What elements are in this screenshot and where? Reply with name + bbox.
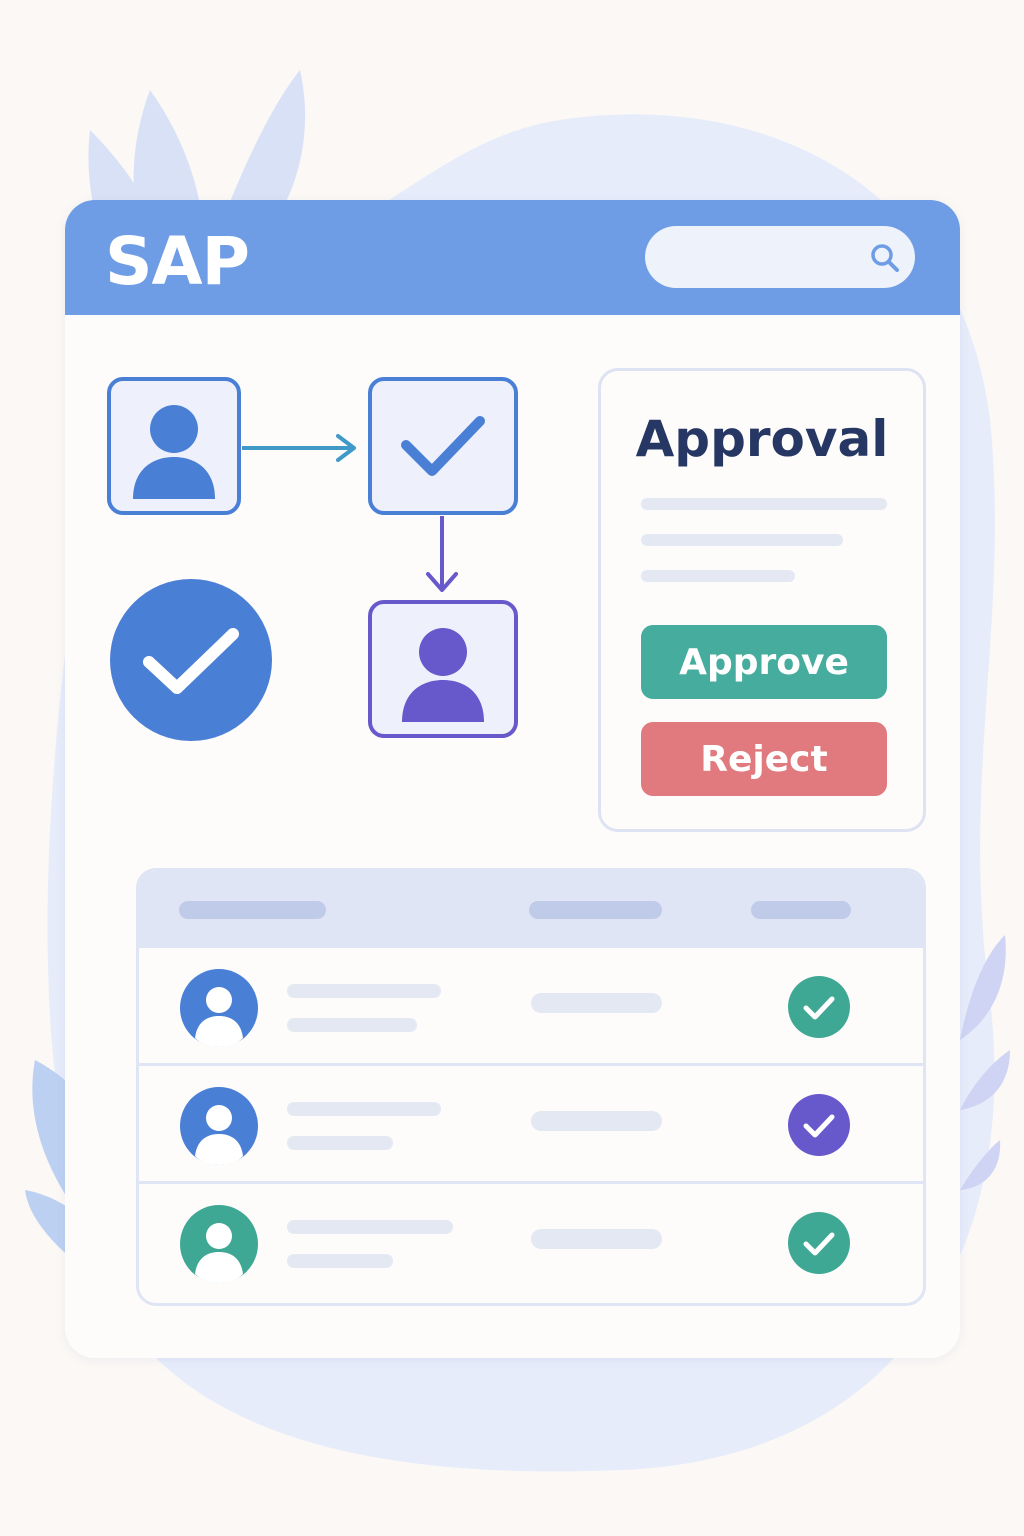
table-header (139, 871, 923, 945)
text-placeholder-line (641, 570, 795, 582)
search-icon[interactable] (869, 242, 901, 274)
text-placeholder-line (531, 993, 662, 1013)
approvals-table (136, 868, 926, 1306)
arrow-down-icon (426, 516, 458, 592)
header-bar: SAP (65, 200, 960, 315)
column-header[interactable] (751, 901, 851, 919)
avatar (180, 1087, 258, 1165)
user-icon (133, 405, 215, 499)
search-input[interactable] (645, 226, 915, 288)
arrow-right-icon (242, 434, 356, 462)
text-placeholder-line (287, 1018, 417, 1032)
text-placeholder-line (287, 1254, 393, 1268)
check-circle-icon (788, 976, 850, 1038)
reject-button[interactable]: Reject (641, 722, 887, 796)
check-circle-icon (788, 1212, 850, 1274)
text-placeholder-line (531, 1229, 662, 1249)
column-header[interactable] (179, 901, 326, 919)
check-icon (401, 416, 485, 476)
text-placeholder-line (531, 1111, 662, 1131)
text-placeholder-line (287, 1102, 441, 1116)
workflow-step-review[interactable] (368, 377, 518, 515)
check-circle-icon (110, 579, 272, 741)
user-icon (402, 628, 484, 722)
avatar (180, 1205, 258, 1283)
brand-logo: SAP (105, 223, 250, 300)
table-row[interactable] (139, 945, 923, 1063)
text-placeholder-line (287, 1136, 393, 1150)
approve-button[interactable]: Approve (641, 625, 887, 699)
workflow-step-approver[interactable] (368, 600, 518, 738)
approval-title: Approval (635, 410, 889, 468)
column-header[interactable] (529, 901, 662, 919)
approval-card: Approval Approve Reject (598, 368, 926, 832)
workflow-step-requester[interactable] (107, 377, 241, 515)
table-row[interactable] (139, 1063, 923, 1181)
text-placeholder-line (641, 534, 843, 546)
avatar (180, 969, 258, 1047)
table-row[interactable] (139, 1181, 923, 1299)
text-placeholder-line (641, 498, 887, 510)
text-placeholder-line (287, 984, 441, 998)
text-placeholder-line (287, 1220, 453, 1234)
check-circle-icon (788, 1094, 850, 1156)
